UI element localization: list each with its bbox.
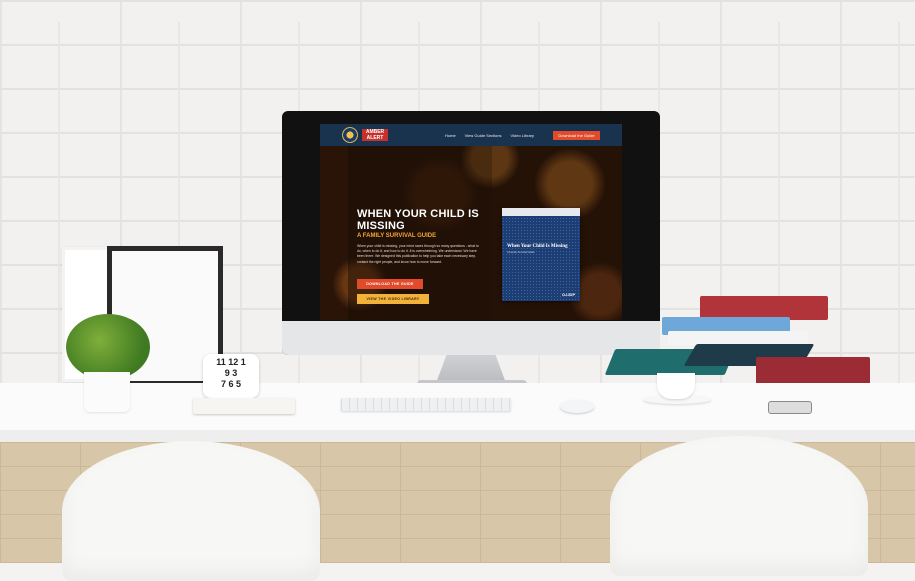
- guide-cover-title: When Your Child Is Missing: [507, 244, 568, 249]
- clock-numerals: 7 6 5: [220, 379, 242, 389]
- hero-subtitle: A FAMILY SURVIVAL GUIDE: [357, 233, 437, 239]
- plant: [66, 314, 150, 380]
- chair-left: [62, 441, 320, 581]
- clock-face: 11 12 1 9 3 7 6 5: [208, 357, 254, 390]
- site-navbar: AMBER ALERT Home View Guide Sections Vid…: [320, 124, 622, 146]
- nav-links: Home View Guide Sections Video Library: [445, 124, 534, 146]
- mouse[interactable]: [560, 400, 594, 413]
- amber-alert-logo[interactable]: AMBER ALERT: [362, 129, 388, 141]
- clock-numerals: 9 3: [224, 368, 238, 378]
- hero-title: WHEN YOUR CHILD IS MISSING: [357, 208, 479, 232]
- doj-seal-icon[interactable]: [342, 127, 358, 143]
- guide-cover-subtitle: A Family Survival Guide: [507, 251, 535, 254]
- download-guide-nav-button[interactable]: Download the Guide: [553, 131, 600, 140]
- video-library-button[interactable]: VIEW THE VIDEO LIBRARY: [357, 294, 429, 304]
- monitor-chin: [282, 321, 660, 355]
- chair-right: [610, 436, 868, 576]
- nav-link-video-library[interactable]: Video Library: [511, 133, 535, 138]
- guide-cover-image[interactable]: When Your Child Is Missing A Family Surv…: [502, 208, 580, 301]
- download-guide-button[interactable]: DOWNLOAD THE GUIDE: [357, 279, 423, 289]
- monitor-stand: [436, 355, 506, 383]
- notebook: [193, 398, 295, 414]
- clock-numerals: 11 12 1: [216, 357, 246, 367]
- keyboard[interactable]: [341, 398, 511, 411]
- desk-clock: 11 12 1 9 3 7 6 5: [203, 354, 259, 398]
- coffee-cup: [657, 373, 695, 399]
- plant-pot: [84, 372, 130, 412]
- nav-link-guide-sections[interactable]: View Guide Sections: [465, 133, 502, 138]
- ojjdp-logo: OJJDP: [562, 292, 576, 297]
- book-white: [668, 331, 808, 345]
- nav-link-home[interactable]: Home: [445, 133, 456, 138]
- smartphone: [768, 401, 812, 414]
- hero-body-text: When your child is missing, your mind ra…: [357, 244, 479, 264]
- guide-cover-header: [502, 208, 580, 216]
- website-screen: AMBER ALERT Home View Guide Sections Vid…: [320, 124, 622, 320]
